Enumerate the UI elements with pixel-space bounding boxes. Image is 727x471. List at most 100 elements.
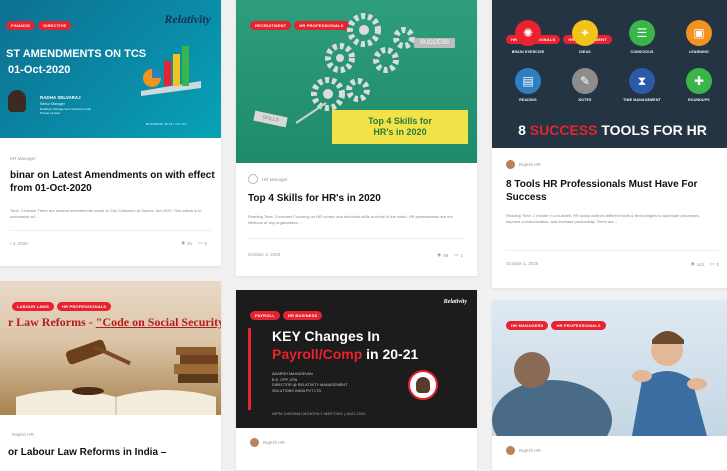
post-title[interactable]: Top 4 Skills for HR's in 2020 bbox=[248, 192, 468, 205]
event-caption: NIPM CHENNAI MONTHLY MEETING | AUG 2020 bbox=[272, 412, 366, 416]
views-value: 81 bbox=[187, 240, 193, 246]
category-tag[interactable]: DIRECTIVE bbox=[38, 21, 72, 30]
views-count: ◉ 81 bbox=[181, 240, 192, 246]
divider bbox=[506, 250, 719, 251]
tool-icon: ⧗ bbox=[629, 68, 655, 94]
tool-label: BRAIN EXERCISE bbox=[511, 50, 545, 54]
post-card-labour-law[interactable]: LABOUR LAWS HR PROFESSIONALS r Law Reform… bbox=[0, 281, 221, 471]
post-excerpt: Reading Time: 2 minutes Focusing on HR-c… bbox=[248, 214, 453, 226]
author-name[interactable]: Rajesh HR bbox=[519, 448, 541, 453]
author-name[interactable]: Rajesh HR bbox=[519, 162, 541, 167]
eye-icon: ◉ bbox=[181, 240, 186, 245]
author-name[interactable]: Rajesh HR bbox=[12, 432, 34, 437]
category-tag[interactable]: HR PROFESSIONALS bbox=[56, 302, 112, 311]
post-title[interactable]: binar on Latest Amendments on with effec… bbox=[10, 169, 215, 195]
tool-item: ✎ NOTES bbox=[557, 68, 613, 102]
post-thumbnail[interactable]: HR MANAGERS HR PROFESSIONALS bbox=[492, 300, 727, 436]
banner-title: 8 SUCCESS TOOLS FOR HR bbox=[492, 122, 727, 138]
divider bbox=[248, 238, 465, 239]
post-date: October 4, 2020 bbox=[248, 252, 281, 257]
banner-title: Top 4 Skills for HR's in 2020 bbox=[332, 110, 468, 144]
post-title[interactable]: or Labour Law Reforms in India – bbox=[8, 446, 221, 459]
tool-icon: ✚ bbox=[686, 68, 712, 94]
tool-icon: ☰ bbox=[629, 20, 655, 46]
tool-label: NOTES bbox=[578, 98, 592, 102]
post-thumbnail[interactable]: FINANCE DIRECTIVE Relativity ST AMENDMENT… bbox=[0, 0, 221, 138]
accent-bar bbox=[248, 328, 251, 410]
post-title[interactable]: 8 Tools HR Professionals Must Have For S… bbox=[506, 178, 711, 204]
post-stats: ◉ 69 ▭ 1 bbox=[437, 252, 463, 258]
tool-label: READING bbox=[519, 98, 537, 102]
tool-icon: ▣ bbox=[686, 20, 712, 46]
author-name[interactable]: HR Manager bbox=[262, 177, 288, 182]
tool-label: CONSCIOUS bbox=[630, 50, 654, 54]
eye-icon: ◉ bbox=[690, 261, 695, 266]
presenter-org: Relativity Management Solutions India Pr… bbox=[40, 107, 92, 115]
post-card-hr-tools[interactable]: HR PROFESSIONALSHR MANAGEMENT ✺BRAIN EXE… bbox=[492, 0, 727, 288]
comment-icon: ▭ bbox=[454, 252, 459, 257]
banner-title-text: Top 4 Skills for HR's in 2020 bbox=[368, 115, 432, 137]
banner-rest: TOOLS FOR HR bbox=[601, 122, 707, 138]
avatar bbox=[248, 174, 258, 184]
banner-line1: KEY Changes In bbox=[272, 328, 380, 344]
author-name[interactable]: HR Manager bbox=[10, 156, 36, 161]
post-author: HR Manager bbox=[248, 174, 288, 184]
post-stats: ◉ 81 ▭ 0 bbox=[181, 240, 207, 246]
tool-icon: ✺ bbox=[515, 20, 541, 46]
divider bbox=[10, 230, 211, 231]
banner-number: 8 bbox=[518, 122, 526, 138]
views-value: 441 bbox=[696, 261, 705, 267]
category-tag[interactable]: PAYROLL bbox=[250, 311, 280, 320]
comments-count[interactable]: ▭ 0 bbox=[710, 261, 719, 267]
tool-item: ✚ ROUNDUPS bbox=[671, 68, 727, 102]
post-excerpt: Time: 1 minute There are several amendme… bbox=[10, 208, 202, 220]
gavel-books-illustration bbox=[16, 339, 218, 415]
post-date: r 4, 2020 bbox=[10, 241, 28, 246]
brand-logo: Relativity bbox=[164, 12, 211, 26]
category-tag[interactable]: LABOUR LAWS bbox=[12, 302, 54, 311]
success-sign: SUCCESS bbox=[414, 38, 456, 48]
tool-item: ▣ LEARNING bbox=[671, 20, 727, 54]
banner-headline: ST AMENDMENTS ON TCS bbox=[6, 48, 147, 60]
post-author: Rajesh HR bbox=[250, 438, 285, 447]
tool-item: ✦ IDEAS bbox=[557, 20, 613, 54]
views-count: ◉ 69 bbox=[437, 252, 448, 258]
comments-value: 0 bbox=[716, 261, 719, 267]
post-card-tcs-amendments[interactable]: FINANCE DIRECTIVE Relativity ST AMENDMENT… bbox=[0, 0, 221, 266]
tool-icon: ▤ bbox=[515, 68, 541, 94]
presenter-name: RADHA SELVARAJ bbox=[40, 95, 81, 100]
post-thumbnail[interactable]: HR PROFESSIONALSHR MANAGEMENT ✺BRAIN EXE… bbox=[492, 0, 727, 148]
post-card-hr-managers[interactable]: HR MANAGERS HR PROFESSIONALS Rajesh HR bbox=[492, 300, 727, 470]
comments-count[interactable]: ▭ 0 bbox=[198, 240, 207, 246]
post-thumbnail[interactable]: PAYROLL HR BUSINESS Relativity KEY Change… bbox=[236, 290, 477, 428]
tool-label: ROUNDUPS bbox=[688, 98, 710, 102]
post-thumbnail[interactable]: RECRUITMENT HR PROFESSIONALS SUCCESS SKIL… bbox=[236, 0, 477, 163]
tools-icon-grid: ✺ BRAIN EXERCISE ✦ IDEAS ☰ CONSCIOUS ▣ LEARNING… bbox=[500, 20, 725, 116]
tool-icon: ✦ bbox=[572, 20, 598, 46]
views-value: 69 bbox=[443, 252, 449, 258]
avatar-face-icon bbox=[416, 377, 430, 393]
brand-logo: Relativity bbox=[443, 299, 467, 305]
post-author: Rajesh HR bbox=[12, 430, 34, 439]
avatar bbox=[506, 160, 515, 169]
chart-illustration bbox=[141, 46, 201, 96]
tool-label: TIME MANAGEMENT bbox=[623, 98, 661, 102]
post-card-payroll-changes[interactable]: PAYROLL HR BUSINESS Relativity KEY Change… bbox=[236, 290, 477, 470]
post-stats: ◉ 441 ▭ 0 bbox=[691, 261, 719, 267]
comments-value: 1 bbox=[460, 252, 463, 258]
category-tag[interactable]: HR BUSINESS bbox=[282, 311, 323, 320]
tool-item: ✺ BRAIN EXERCISE bbox=[500, 20, 556, 54]
meeting-photo bbox=[492, 331, 707, 436]
post-author: Rajesh HR bbox=[506, 160, 541, 169]
post-date: October 1, 2020 bbox=[506, 261, 539, 266]
presenter-photo bbox=[8, 90, 26, 112]
post-thumbnail[interactable]: LABOUR LAWS HR PROFESSIONALS r Law Reform… bbox=[0, 281, 221, 415]
post-card-hr-skills[interactable]: RECRUITMENT HR PROFESSIONALS SUCCESS SKIL… bbox=[236, 0, 477, 276]
comment-icon: ▭ bbox=[198, 240, 203, 245]
comments-count[interactable]: ▭ 1 bbox=[454, 252, 463, 258]
tool-label: LEARNING bbox=[689, 50, 709, 54]
post-excerpt: Reading Time: 1 minute In a nutshell, HR… bbox=[506, 213, 700, 225]
author-name[interactable]: Rajesh HR bbox=[263, 440, 285, 445]
banner-date: 01-Oct-2020 bbox=[8, 64, 71, 76]
category-tag[interactable]: FINANCE bbox=[6, 21, 36, 30]
